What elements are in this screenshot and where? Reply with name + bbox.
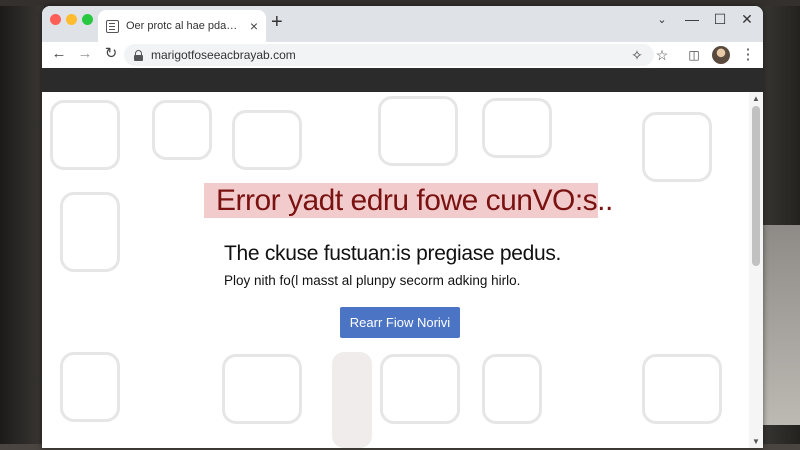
background-shape xyxy=(232,110,302,170)
background-shape xyxy=(152,100,212,160)
background-shape xyxy=(482,98,552,158)
page-viewport: Error yadt edru fowe cunVO:s.. The ckuse… xyxy=(42,92,749,448)
browser-window: Oer protc al hae pdaane ... × + ⌄ — ☐ ✕ … xyxy=(42,6,763,448)
background-shape xyxy=(642,354,722,424)
reload-icon[interactable]: ↻ xyxy=(102,45,120,63)
browser-toolbar: ← → ↻ marigotfoseeacbrayab.com ✧ ☆ ◫ ⋮ xyxy=(42,42,763,68)
background-shape xyxy=(378,96,458,166)
puzzle-icon[interactable]: ✧ xyxy=(627,45,647,65)
primary-action-button[interactable]: Rearr Fiow Norivi xyxy=(340,307,460,338)
tab-active[interactable]: Oer protc al hae pdaane ... × xyxy=(98,10,266,42)
background-shape xyxy=(222,354,302,424)
scroll-down-icon[interactable]: ▼ xyxy=(752,437,760,446)
close-window-dot[interactable] xyxy=(50,14,61,25)
background-shape xyxy=(50,100,120,170)
scrollbar-thumb[interactable] xyxy=(752,106,760,266)
back-arrow-icon[interactable]: ← xyxy=(50,45,68,63)
close-icon[interactable]: × xyxy=(250,19,258,33)
error-detail: Ploy nith fo(l masst al plunpy secorm ad… xyxy=(224,273,521,288)
maximize-button[interactable]: ☐ xyxy=(710,11,730,28)
new-tab-button[interactable]: + xyxy=(271,12,283,32)
tab-strip: Oer protc al hae pdaane ... × + ⌄ — ☐ ✕ xyxy=(42,6,763,42)
error-title: The ckuse fustuan:is pregiase pedus. xyxy=(224,242,562,265)
background-shape xyxy=(60,192,120,272)
forward-arrow-icon[interactable]: → xyxy=(76,45,94,63)
tab-title: Oer protc al hae pdaane ... xyxy=(126,20,243,32)
document-icon xyxy=(106,19,119,33)
minimize-window-dot[interactable] xyxy=(66,14,77,25)
background-shape xyxy=(332,352,372,448)
page-header-bar xyxy=(42,68,763,92)
error-heading: Error yadt edru fowe cunVO:s.. xyxy=(204,183,613,218)
zoom-window-dot[interactable] xyxy=(82,14,93,25)
backdrop-left xyxy=(0,0,44,450)
kebab-menu-icon[interactable]: ⋮ xyxy=(738,45,758,65)
side-panel-icon[interactable]: ◫ xyxy=(684,45,704,65)
background-shape xyxy=(482,354,542,424)
address-bar[interactable]: marigotfoseeacbrayab.com xyxy=(124,44,654,66)
avatar[interactable] xyxy=(712,46,730,64)
monitor-edge xyxy=(760,225,800,425)
background-shape xyxy=(642,112,712,182)
close-button[interactable]: ✕ xyxy=(737,11,757,28)
scroll-up-icon[interactable]: ▲ xyxy=(752,94,760,103)
vertical-scrollbar[interactable]: ▲ ▼ xyxy=(749,92,763,448)
url-text[interactable]: marigotfoseeacbrayab.com xyxy=(151,48,296,62)
minimize-button[interactable]: — xyxy=(682,11,702,27)
background-shape xyxy=(380,354,460,424)
star-icon[interactable]: ☆ xyxy=(652,45,672,65)
chevron-down-icon[interactable]: ⌄ xyxy=(652,13,672,26)
background-shape xyxy=(60,352,120,422)
site-info-icon[interactable] xyxy=(134,50,143,61)
